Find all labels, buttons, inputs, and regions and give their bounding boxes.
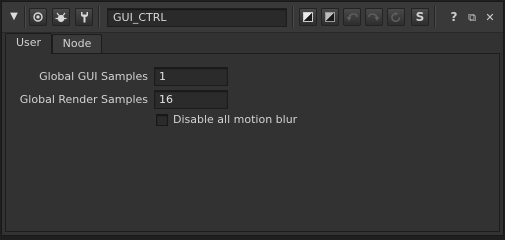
redo-button[interactable] — [365, 8, 383, 26]
toolbar-separator — [434, 6, 435, 28]
toolbar-separator — [98, 6, 99, 28]
tab-bar: User Node — [2, 33, 503, 54]
refresh-button[interactable] — [387, 8, 405, 26]
disable-motion-blur-label: Disable all motion blur — [173, 113, 298, 126]
collapse-panel-button[interactable]: ▼ — [5, 8, 23, 26]
s-button[interactable]: S — [411, 8, 429, 26]
disable-motion-blur-checkbox[interactable] — [156, 114, 168, 126]
s-button-label: S — [415, 10, 425, 24]
render-samples-input[interactable]: 16 — [154, 90, 228, 109]
gui-samples-input[interactable]: 1 — [154, 67, 228, 86]
help-icon: ? — [450, 10, 458, 24]
help-button[interactable]: ? — [445, 8, 463, 26]
viewer-button[interactable] — [52, 8, 70, 26]
close-icon: ✕ — [485, 10, 495, 24]
properties-panel: ▼ GUI_CTRL S ? ⧉ ✕ User Node Global GUI … — [1, 1, 504, 236]
diagonal-split-icon — [303, 12, 313, 22]
diagonal-split-icon — [325, 12, 335, 22]
undo-arrow-icon — [346, 13, 358, 21]
redo-arrow-icon — [368, 13, 380, 21]
float-window-icon: ⧉ — [468, 10, 476, 24]
node-color-button[interactable] — [29, 8, 47, 26]
node-name-field[interactable]: GUI_CTRL — [107, 8, 287, 27]
revert-button[interactable] — [299, 8, 317, 26]
settings-button[interactable] — [75, 8, 93, 26]
revert-all-button[interactable] — [321, 8, 339, 26]
wrench-icon — [80, 12, 88, 23]
toolbar-separator — [24, 6, 25, 28]
refresh-icon — [391, 11, 401, 22]
toolbar-separator — [292, 6, 293, 28]
gui-samples-label: Global GUI Samples — [39, 70, 148, 83]
tab-user[interactable]: User — [5, 33, 52, 54]
circle-dot-icon — [33, 12, 43, 22]
panel-toolbar: ▼ GUI_CTRL S ? ⧉ ✕ — [2, 2, 503, 33]
triangle-down-icon: ▼ — [10, 11, 18, 22]
float-panel-button[interactable]: ⧉ — [463, 8, 481, 26]
tab-node[interactable]: Node — [52, 34, 102, 53]
undo-button[interactable] — [343, 8, 361, 26]
render-samples-label: Global Render Samples — [19, 93, 148, 106]
close-panel-button[interactable]: ✕ — [481, 8, 499, 26]
bug-icon — [55, 12, 67, 22]
